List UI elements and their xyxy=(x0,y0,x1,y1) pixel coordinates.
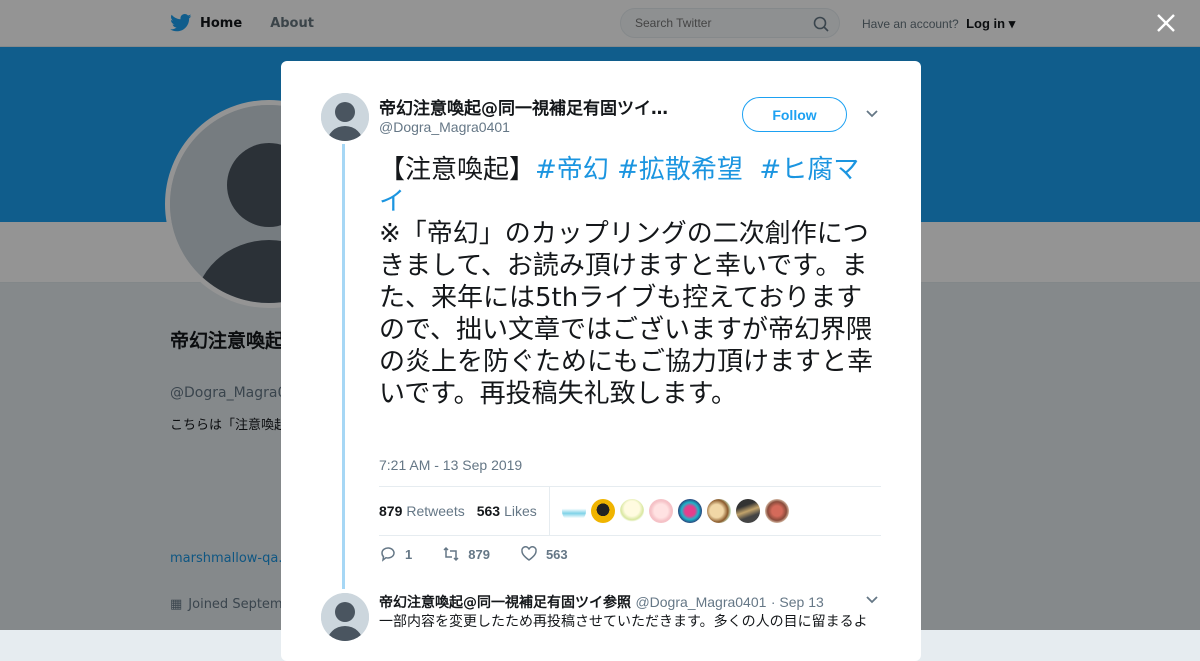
hashtag-2[interactable]: #拡散希望 xyxy=(617,155,743,185)
heart-icon xyxy=(521,546,537,561)
tweet-text-prefix: 【注意喚起】 xyxy=(379,155,536,185)
thread-line xyxy=(342,144,345,589)
like-action-count: 563 xyxy=(545,546,568,562)
reply-author-handle[interactable]: @Dogra_Magra0401 xyxy=(635,594,766,610)
retweet-icon xyxy=(443,546,459,562)
reply-text: 一部内容を変更したため再投稿させていただきます。多くの人の目に留まるよ xyxy=(379,614,868,630)
reply-author-avatar[interactable] xyxy=(321,593,369,641)
liker-avatar[interactable] xyxy=(735,499,760,523)
tweet-modal: 帝幻注意喚起@同一視補足有固ツイ… @Dogra_Magra0401 Follo… xyxy=(281,61,921,661)
default-avatar-icon xyxy=(321,593,369,641)
retweet-action-count: 879 xyxy=(468,546,490,562)
retweets-label[interactable]: Retweets xyxy=(406,503,464,519)
tweet-actions: 1 879 563 xyxy=(379,545,598,563)
tweet-stats: 879 Retweets 563 Likes xyxy=(379,486,881,536)
likes-count[interactable]: 563 xyxy=(477,503,500,519)
default-avatar-icon xyxy=(321,93,369,141)
liker-avatar[interactable] xyxy=(648,499,673,523)
likes-label[interactable]: Likes xyxy=(504,503,537,519)
reply-header: 帝幻注意喚起@同一視補足有固ツイ参照 @Dogra_Magra0401 · Se… xyxy=(379,592,824,612)
liker-avatars xyxy=(561,499,789,523)
liker-avatar[interactable] xyxy=(619,499,644,523)
reply-icon xyxy=(381,547,395,562)
tweet-text: 【注意喚起】#帝幻 #拡散希望 #ヒ腐マイ ※「帝幻」のカップリングの二次創作に… xyxy=(379,154,884,410)
follow-button[interactable]: Follow xyxy=(742,97,847,132)
liker-avatar[interactable] xyxy=(677,499,702,523)
stats-divider xyxy=(548,487,550,535)
reply-author-name[interactable]: 帝幻注意喚起@同一視補足有固ツイ参照 xyxy=(379,595,631,611)
tweet-author-handle[interactable]: @Dogra_Magra0401 xyxy=(379,119,510,135)
retweets-count[interactable]: 879 xyxy=(379,503,402,519)
chevron-down-icon[interactable] xyxy=(865,109,879,119)
liker-avatar[interactable] xyxy=(561,499,586,523)
liker-avatar[interactable] xyxy=(590,499,615,523)
hashtag-1[interactable]: #帝幻 xyxy=(535,155,609,185)
reply-count: 1 xyxy=(405,546,413,562)
close-icon[interactable] xyxy=(1154,11,1178,35)
tweet-timestamp[interactable]: 7:21 AM - 13 Sep 2019 xyxy=(379,457,522,473)
tweet-author-name[interactable]: 帝幻注意喚起@同一視補足有固ツイ… xyxy=(379,94,699,119)
reply-action[interactable]: 1 xyxy=(379,545,412,563)
tweet-author-avatar[interactable] xyxy=(321,93,369,141)
like-action[interactable]: 563 xyxy=(520,545,568,563)
retweet-action[interactable]: 879 xyxy=(442,545,490,563)
liker-avatar[interactable] xyxy=(764,499,789,523)
reply-date[interactable]: · Sep 13 xyxy=(771,594,824,610)
tweet-text-body: ※「帝幻」のカップリングの二次創作につきまして、お読み頂けますと幸いです。また、… xyxy=(379,219,874,409)
liker-avatar[interactable] xyxy=(706,499,731,523)
chevron-down-icon[interactable] xyxy=(865,595,879,605)
